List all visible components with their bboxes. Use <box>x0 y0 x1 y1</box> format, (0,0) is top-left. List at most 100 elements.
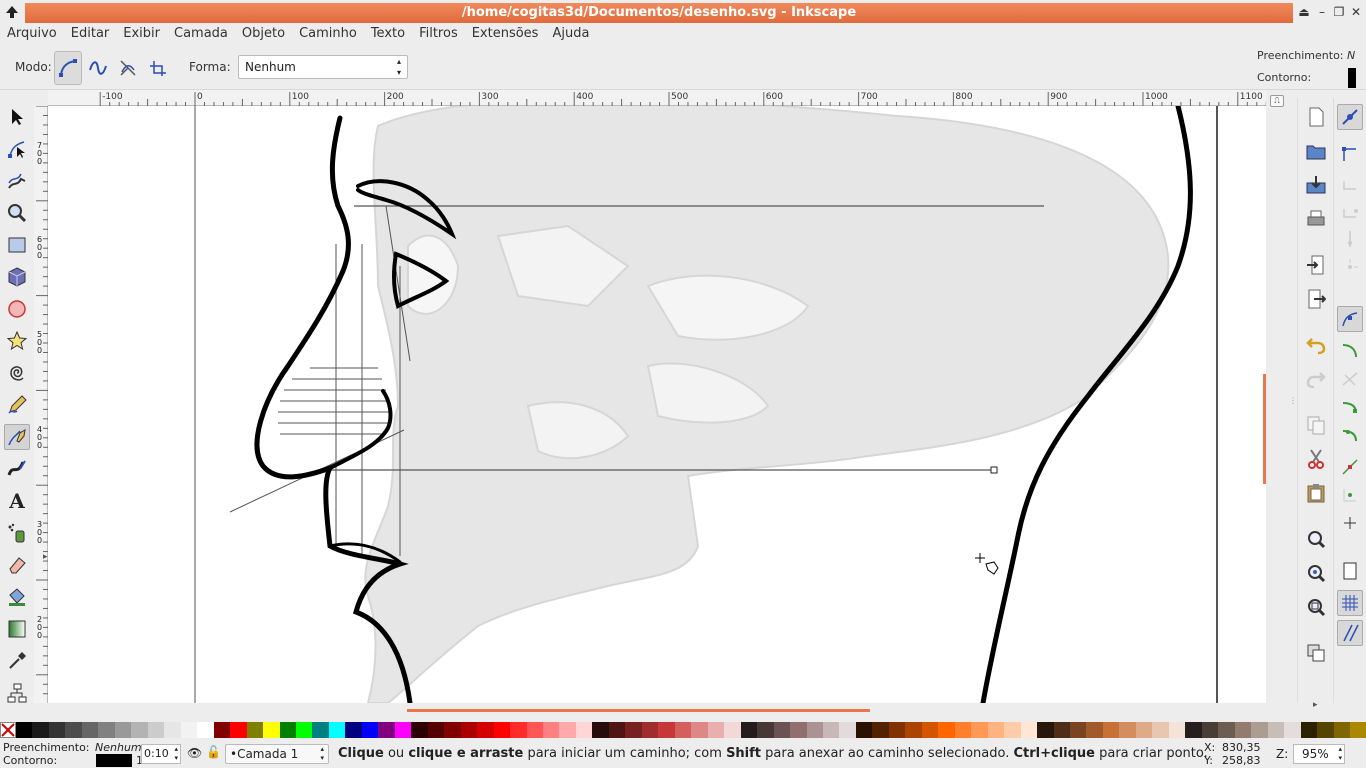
no-paint-swatch[interactable] <box>0 722 16 738</box>
palette-swatch[interactable] <box>1135 722 1153 738</box>
palette-swatch[interactable] <box>575 722 593 738</box>
snap-rotation-center-icon[interactable] <box>1337 510 1363 536</box>
palette-swatch[interactable] <box>1086 722 1103 738</box>
palette-swatch[interactable] <box>427 722 445 738</box>
palette-swatch[interactable] <box>1251 722 1268 738</box>
print-icon[interactable] <box>1303 206 1329 232</box>
roll-up-icon[interactable]: ⏏ <box>1297 4 1311 20</box>
palette-swatch[interactable] <box>1317 722 1334 738</box>
palette-swatch[interactable] <box>230 722 247 738</box>
palette-swatch[interactable] <box>394 722 412 738</box>
snap-nodes-icon[interactable] <box>1337 306 1363 332</box>
close-button[interactable]: ✕ <box>1349 4 1363 20</box>
ruler-corner-icon[interactable]: ⎍ <box>1270 95 1284 107</box>
palette-swatch[interactable] <box>724 722 741 738</box>
palette-swatch[interactable] <box>1037 722 1054 738</box>
duplicate-icon[interactable] <box>1303 640 1329 666</box>
palette-swatch[interactable] <box>1218 722 1235 738</box>
palette-swatch[interactable] <box>740 722 758 738</box>
redo-icon[interactable] <box>1303 366 1329 392</box>
horizontal-scrollbar[interactable] <box>407 709 870 712</box>
layer-lock-icon[interactable]: 🔓 <box>206 745 221 759</box>
palette-swatch[interactable] <box>16 722 33 738</box>
palette-swatch[interactable] <box>48 722 66 738</box>
horizontal-ruler[interactable]: -100 0 100 200 300 400 500 600 700 800 900 1000 1100 <box>48 90 1324 106</box>
snap-bbox-icon[interactable] <box>1337 142 1363 168</box>
palette-swatch[interactable] <box>1004 722 1021 738</box>
dropper-tool-icon[interactable] <box>4 648 30 674</box>
open-document-icon[interactable] <box>1303 138 1329 164</box>
snap-object-midpoints-icon[interactable] <box>1337 482 1363 508</box>
save-document-icon[interactable] <box>1303 172 1329 198</box>
palette-swatch[interactable] <box>114 722 132 738</box>
palette-swatch[interactable] <box>691 722 708 738</box>
palette-swatch[interactable] <box>444 722 461 738</box>
palette-swatch[interactable] <box>790 722 807 738</box>
snap-grid-icon[interactable] <box>1337 590 1363 616</box>
palette-swatch[interactable] <box>707 722 725 738</box>
palette-swatch[interactable] <box>1284 722 1301 738</box>
palette-swatch[interactable] <box>1020 722 1038 738</box>
copy-icon[interactable] <box>1303 412 1329 438</box>
palette-swatch[interactable] <box>1234 722 1252 738</box>
palette-swatch[interactable] <box>954 722 972 738</box>
palette-swatch[interactable] <box>855 722 873 738</box>
palette-swatch[interactable] <box>1102 722 1120 738</box>
palette-swatch[interactable] <box>32 722 49 738</box>
menu-arquivo[interactable]: Arquivo <box>0 25 64 45</box>
box3d-tool-icon[interactable] <box>4 264 30 290</box>
connector-tool-icon[interactable] <box>4 680 30 706</box>
maximize-button[interactable]: ❐ <box>1332 4 1346 20</box>
zoom-tool-icon[interactable] <box>4 200 30 226</box>
palette-swatch[interactable] <box>987 722 1005 738</box>
menu-filtros[interactable]: Filtros <box>412 25 465 45</box>
menu-editar[interactable]: Editar <box>64 25 117 45</box>
palette-swatch[interactable] <box>98 722 115 738</box>
palette-swatch[interactable] <box>147 722 165 738</box>
palette-swatch[interactable] <box>164 722 181 738</box>
menu-exibir[interactable]: Exibir <box>116 25 167 45</box>
palette-swatch[interactable] <box>213 722 231 738</box>
mode-bspline-button[interactable] <box>114 51 142 85</box>
palette-swatch[interactable] <box>773 722 791 738</box>
vertical-ruler[interactable]: 700 600 500 400 300 200 <box>34 105 48 703</box>
palette-swatch[interactable] <box>641 722 659 738</box>
layer-select[interactable]: •Camada 1 ▴ ▾ <box>225 744 329 764</box>
palette-swatch[interactable] <box>921 722 939 738</box>
toolbox-expand-icon[interactable]: ▸ <box>43 552 48 562</box>
export-icon[interactable] <box>1303 286 1329 312</box>
status-fill-value[interactable]: Nenhum <box>95 741 142 754</box>
palette-swatch[interactable] <box>312 722 329 738</box>
snap-bbox-corner-icon[interactable] <box>1337 198 1363 224</box>
snap-smooth-nodes-icon[interactable] <box>1337 422 1363 448</box>
palette-swatch[interactable] <box>131 722 148 738</box>
palette-swatch[interactable] <box>938 722 955 738</box>
palette-swatch[interactable] <box>493 722 511 738</box>
drawing-canvas[interactable] <box>48 106 1266 703</box>
text-tool-icon[interactable]: A <box>4 488 30 514</box>
palette-swatch[interactable] <box>1300 722 1318 738</box>
palette-swatch[interactable] <box>263 722 280 738</box>
mode-paraxial-button[interactable] <box>144 51 172 85</box>
spray-tool-icon[interactable] <box>4 520 30 546</box>
palette-swatch[interactable] <box>279 722 296 738</box>
palette-swatch[interactable] <box>1333 722 1350 738</box>
pencil-tool-icon[interactable] <box>4 392 30 418</box>
palette-swatch[interactable] <box>328 722 346 738</box>
opacity-spinbox[interactable]: 0:10 ▴ ▾ <box>141 744 181 764</box>
palette-swatch[interactable] <box>246 722 264 738</box>
paste-icon[interactable] <box>1303 480 1329 506</box>
snap-cusp-nodes-icon[interactable] <box>1337 394 1363 420</box>
shape-select[interactable]: Nenhum ▴ ▾ <box>238 55 408 79</box>
menu-extensoes[interactable]: Extensões <box>465 25 546 45</box>
zoom-page-icon[interactable] <box>1303 594 1329 620</box>
snap-bbox-center-icon[interactable] <box>1337 254 1363 280</box>
palette-swatch[interactable] <box>81 722 99 738</box>
spiral-tool-icon[interactable] <box>4 360 30 386</box>
palette-swatch[interactable] <box>658 722 675 738</box>
star-tool-icon[interactable] <box>4 328 30 354</box>
palette-swatch[interactable] <box>1152 722 1169 738</box>
palette-swatch[interactable] <box>345 722 362 738</box>
palette-swatch[interactable] <box>1053 722 1070 738</box>
palette-swatch[interactable] <box>460 722 478 738</box>
